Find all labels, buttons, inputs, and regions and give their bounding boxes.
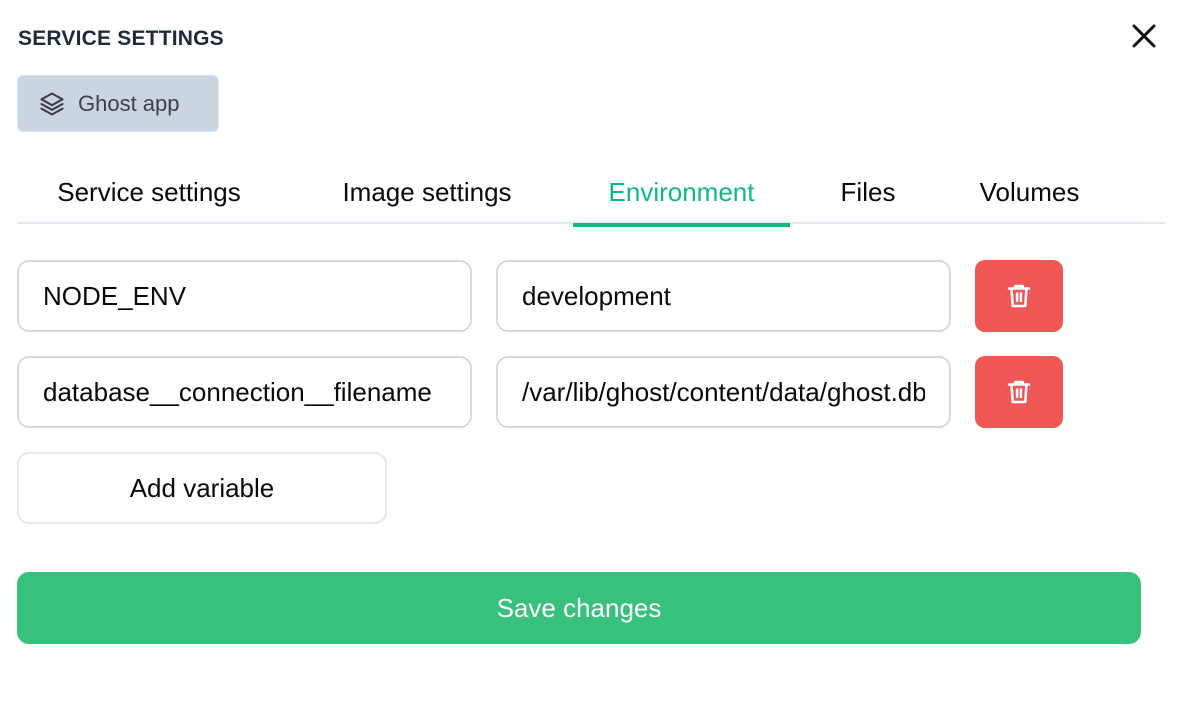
tab-service-settings[interactable]: Service settings [17, 160, 281, 224]
trash-icon [1007, 380, 1031, 404]
settings-tabs: Service settings Image settings Environm… [17, 160, 1165, 227]
tab-volumes[interactable]: Volumes [962, 160, 1097, 224]
add-variable-button[interactable]: Add variable [17, 452, 387, 524]
tab-files[interactable]: Files [825, 160, 911, 224]
tab-environment[interactable]: Environment [573, 160, 790, 227]
service-badge: Ghost app [17, 75, 219, 132]
close-button[interactable] [1128, 20, 1160, 52]
service-badge-label: Ghost app [78, 90, 180, 116]
close-icon [1132, 24, 1156, 48]
delete-variable-button[interactable] [975, 356, 1063, 428]
env-variable-row [17, 356, 1067, 428]
env-key-input[interactable] [17, 356, 472, 428]
save-changes-button[interactable]: Save changes [17, 572, 1141, 644]
trash-icon [1007, 284, 1031, 308]
env-value-input[interactable] [496, 356, 951, 428]
layers-icon [40, 91, 64, 116]
env-value-input[interactable] [496, 260, 951, 332]
service-settings-modal: SERVICE SETTINGS Ghost app Service setti… [0, 0, 1185, 704]
env-key-input[interactable] [17, 260, 472, 332]
tab-image-settings[interactable]: Image settings [305, 160, 549, 224]
dialog-title: SERVICE SETTINGS [18, 27, 224, 50]
delete-variable-button[interactable] [975, 260, 1063, 332]
env-variable-row [17, 260, 1067, 332]
